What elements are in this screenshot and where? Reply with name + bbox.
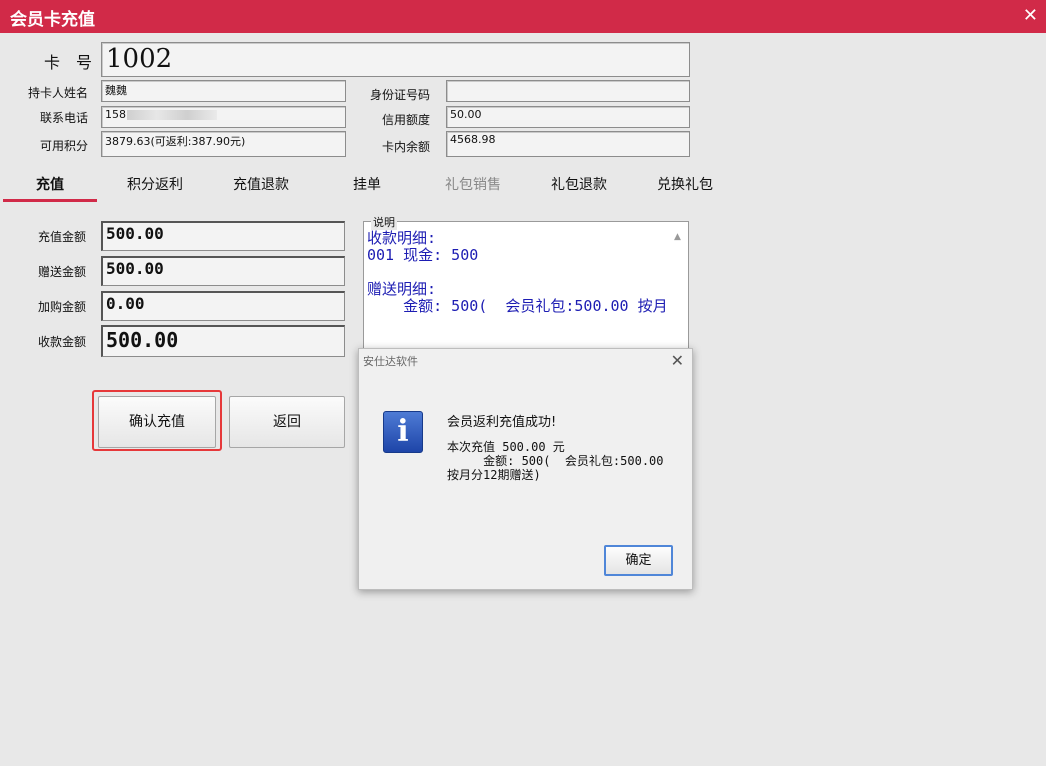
info-icon: i [383, 411, 423, 453]
holder-name-field[interactable]: 魏魏 [101, 80, 346, 102]
collect-amount-label: 收款金额 [37, 335, 86, 349]
description-text: 收款明细: 001 现金: 500 赠送明细: 金额: 500( 会员礼包:50… [367, 230, 668, 315]
ok-button[interactable]: 确定 [604, 545, 673, 576]
collect-amount-input[interactable]: 500.00 [101, 325, 345, 357]
recharge-amount-label: 充值金额 [37, 230, 86, 244]
holder-name-label: 持卡人姓名 [27, 86, 88, 100]
confirm-recharge-button[interactable]: 确认充值 [98, 396, 216, 448]
active-tab-indicator [3, 199, 97, 202]
addbuy-amount-input[interactable]: 0.00 [101, 291, 345, 321]
credit-field[interactable]: 50.00 [446, 106, 690, 128]
gift-amount-label: 赠送金额 [37, 265, 86, 279]
id-label: 身份证号码 [369, 88, 430, 102]
phone-field[interactable]: 158 [101, 106, 346, 128]
tab-gift-refund[interactable]: 礼包退款 [532, 174, 626, 202]
dialog-title: 安仕达软件 [363, 355, 418, 368]
window-title: 会员卡充值 [10, 10, 95, 30]
scroll-up-icon[interactable]: ▲ [674, 232, 681, 242]
tab-recharge[interactable]: 充值 [3, 174, 97, 202]
masked-phone-digits [127, 110, 217, 120]
tab-recharge-refund[interactable]: 充值退款 [214, 174, 308, 202]
card-no-field[interactable]: 1002 [101, 42, 690, 77]
balance-field[interactable]: 4568.98 [446, 131, 690, 157]
dialog-line-2: 金额: 500( 会员礼包:500.00 [447, 454, 664, 468]
addbuy-amount-label: 加购金额 [37, 300, 86, 314]
id-field[interactable] [446, 80, 690, 102]
balance-label: 卡内余额 [381, 140, 430, 154]
phone-label: 联系电话 [39, 111, 88, 125]
dialog-message-title: 会员返利充值成功! [447, 415, 557, 430]
tab-points-rebate[interactable]: 积分返利 [108, 174, 202, 202]
gift-amount-input[interactable]: 500.00 [101, 256, 345, 286]
tab-redeem-gift[interactable]: 兑换礼包 [638, 174, 732, 202]
back-button[interactable]: 返回 [229, 396, 345, 448]
credit-label: 信用额度 [381, 113, 430, 127]
title-bar: 会员卡充值 ✕ [0, 0, 1046, 33]
message-dialog: 安仕达软件 ✕ i 会员返利充值成功! 本次充值 500.00 元 金额: 50… [358, 348, 693, 590]
dialog-line-1: 本次充值 500.00 元 [447, 440, 565, 454]
points-label: 可用积分 [39, 139, 88, 153]
dialog-close-icon[interactable]: ✕ [671, 351, 684, 370]
recharge-amount-input[interactable]: 500.00 [101, 221, 345, 251]
card-no-label: 卡 号 [43, 53, 92, 72]
close-icon[interactable]: ✕ [1023, 5, 1038, 27]
tab-pending-order[interactable]: 挂单 [320, 174, 414, 202]
phone-prefix: 158 [105, 108, 126, 121]
description-legend: 说明 [371, 214, 397, 230]
tab-gift-sale: 礼包销售 [445, 177, 501, 193]
points-field[interactable]: 3879.63(可返利:387.90元) [101, 131, 346, 157]
dialog-line-3: 按月分12期赠送) [447, 468, 541, 482]
